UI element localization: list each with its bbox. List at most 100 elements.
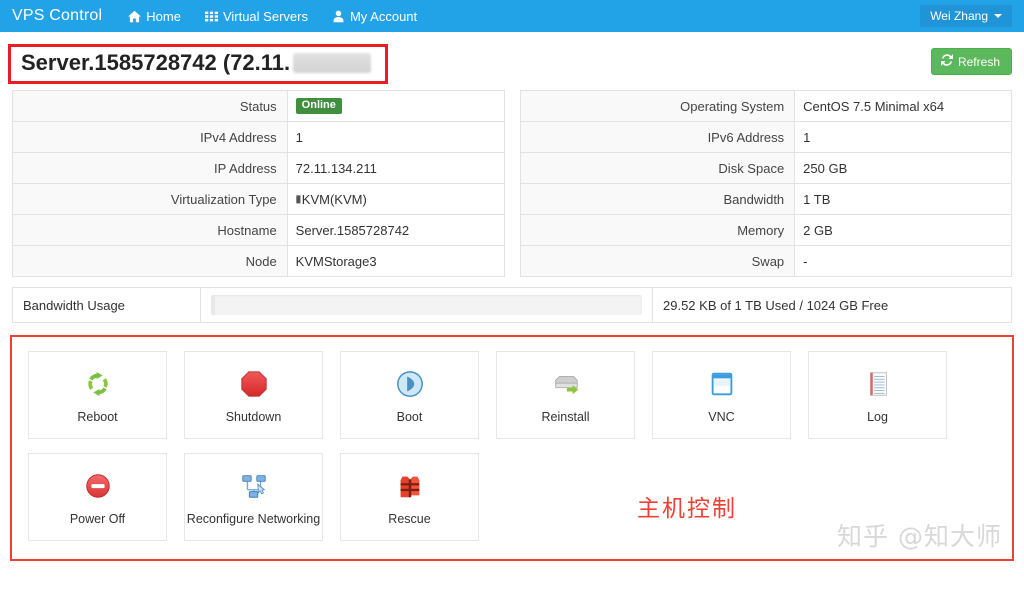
row-label: Virtualization Type <box>13 184 288 214</box>
refresh-button[interactable]: Refresh <box>930 48 1012 75</box>
row-label: IP Address <box>13 153 288 183</box>
left-info-panel: Status Online IPv4 Address 1 IP Address … <box>12 90 505 277</box>
home-icon <box>128 10 142 23</box>
action-reinstall[interactable]: Reinstall <box>496 351 635 439</box>
action-label: Reconfigure Networking <box>186 511 321 526</box>
table-row: Swap - <box>520 246 1011 277</box>
nav-item-my-account[interactable]: My Account <box>332 9 417 24</box>
notepad-icon <box>863 367 893 401</box>
user-menu-dropdown[interactable]: Wei Zhang <box>920 5 1012 27</box>
row-label: Disk Space <box>520 153 796 183</box>
action-rescue[interactable]: Rescue <box>340 453 479 541</box>
top-navbar: VPS Control Home Virtual Servers My Acco… <box>0 0 1024 32</box>
table-row: Memory 2 GB <box>520 215 1011 246</box>
refresh-button-label: Refresh <box>957 54 1000 69</box>
action-vnc[interactable]: VNC <box>652 351 791 439</box>
action-reconfigure-networking[interactable]: Reconfigure Networking <box>184 453 323 541</box>
action-label: Reinstall <box>541 409 590 424</box>
redacted-ip-block <box>293 53 372 74</box>
chevron-down-icon <box>994 14 1002 18</box>
row-value: 72.11.134.211 <box>295 160 377 176</box>
grid-icon <box>204 10 218 23</box>
user-icon <box>332 10 345 23</box>
table-row: Operating System CentOS 7.5 Minimal x64 <box>520 91 1011 122</box>
user-menu-label: Wei Zhang <box>930 9 988 23</box>
nav-item-home[interactable]: Home <box>128 9 181 24</box>
action-reboot[interactable]: Reboot <box>28 351 167 439</box>
page-title-annotation-box: Server.1585728742 (72.11. <box>8 44 389 85</box>
bandwidth-progress-track <box>211 295 642 315</box>
life-vest-icon <box>395 469 425 503</box>
row-value: CentOS 7.5 Minimal x64 <box>803 98 945 114</box>
page-title: Server.1585728742 (72.11. <box>21 50 291 75</box>
nav-item-my-account-label: My Account <box>349 8 418 24</box>
row-value: 250 GB <box>803 160 848 176</box>
row-value: 1 <box>295 129 303 145</box>
row-value-text: KVM(KVM) <box>301 191 367 207</box>
bandwidth-progress-fill <box>211 295 216 315</box>
server-controls-grid: Reboot Shutdown Boot Reinstall VNC Log P… <box>12 351 1012 541</box>
nav-item-virtual-servers[interactable]: Virtual Servers <box>204 8 308 24</box>
status-badge: Online <box>295 98 342 114</box>
row-label: Hostname <box>13 215 288 245</box>
nav-item-virtual-servers-label: Virtual Servers <box>222 8 308 24</box>
table-row: Disk Space 250 GB <box>520 153 1011 184</box>
brand-logo[interactable]: VPS Control <box>12 7 102 25</box>
bandwidth-usage-text: 29.52 KB of 1 TB Used / 1024 GB Free <box>663 297 889 313</box>
right-info-panel: Operating System CentOS 7.5 Minimal x64 … <box>519 90 1012 277</box>
stop-octagon-icon <box>239 367 269 401</box>
action-power-off[interactable]: Power Off <box>28 453 167 541</box>
table-row: Virtualization Type ▮ KVM(KVM) <box>13 184 504 215</box>
table-row: Node KVMStorage3 <box>13 246 504 277</box>
server-controls-annotation-box: Reboot Shutdown Boot Reinstall VNC Log P… <box>10 335 1014 561</box>
action-label: Power Off <box>69 511 126 526</box>
table-row: IPv6 Address 1 <box>520 122 1011 153</box>
row-label: Operating System <box>520 91 796 121</box>
row-label: IPv4 Address <box>13 122 288 152</box>
bandwidth-usage-label: Bandwidth Usage <box>13 288 201 322</box>
kvm-badge-icon: ▮ <box>295 193 302 205</box>
bandwidth-bar-cell <box>201 288 653 322</box>
bandwidth-usage-panel: Bandwidth Usage 29.52 KB of 1 TB Used / … <box>12 287 1012 323</box>
action-log[interactable]: Log <box>808 351 947 439</box>
row-value: Server.1585728742 <box>295 222 410 238</box>
table-row: IP Address 72.11.134.211 <box>13 153 504 184</box>
table-row: Bandwidth 1 TB <box>520 184 1011 215</box>
page-header: Server.1585728742 (72.11. Refresh <box>0 42 1024 88</box>
annotation-server-controls: 主机控制 <box>637 496 737 522</box>
row-label: Bandwidth <box>520 184 796 214</box>
power-off-icon <box>83 469 113 503</box>
row-value: - <box>803 253 808 269</box>
network-icon <box>239 469 269 503</box>
action-label: Rescue <box>388 511 431 526</box>
row-label: Status <box>13 91 288 121</box>
action-label: Shutdown <box>225 409 282 424</box>
table-row: IPv4 Address 1 <box>13 122 504 153</box>
window-icon <box>707 367 737 401</box>
row-value: Online <box>288 91 504 121</box>
row-value: 1 TB <box>803 191 831 207</box>
reboot-icon <box>83 367 113 401</box>
row-value: KVMStorage3 <box>295 253 377 269</box>
nav-links: Home Virtual Servers My Account <box>128 9 417 24</box>
refresh-icon <box>940 54 953 69</box>
action-shutdown[interactable]: Shutdown <box>184 351 323 439</box>
table-row: Status Online <box>13 91 504 122</box>
action-label: VNC <box>708 409 735 424</box>
table-row: Hostname Server.1585728742 <box>13 215 504 246</box>
row-value: 2 GB <box>803 222 833 238</box>
action-label: Log <box>867 409 888 424</box>
action-label: Reboot <box>77 409 118 424</box>
server-info-tables: Status Online IPv4 Address 1 IP Address … <box>0 90 1024 277</box>
row-label: Swap <box>520 246 796 276</box>
row-label: Memory <box>520 215 796 245</box>
row-value: ▮ KVM(KVM) <box>288 184 504 214</box>
action-label: Boot <box>396 409 423 424</box>
action-boot[interactable]: Boot <box>340 351 479 439</box>
nav-item-home-label: Home <box>146 8 181 24</box>
play-circle-icon <box>395 367 425 401</box>
server-arrow-icon <box>551 367 581 401</box>
watermark: 知乎 @知大师 <box>837 522 1002 551</box>
row-label: Node <box>13 246 288 276</box>
row-label: IPv6 Address <box>520 122 796 152</box>
